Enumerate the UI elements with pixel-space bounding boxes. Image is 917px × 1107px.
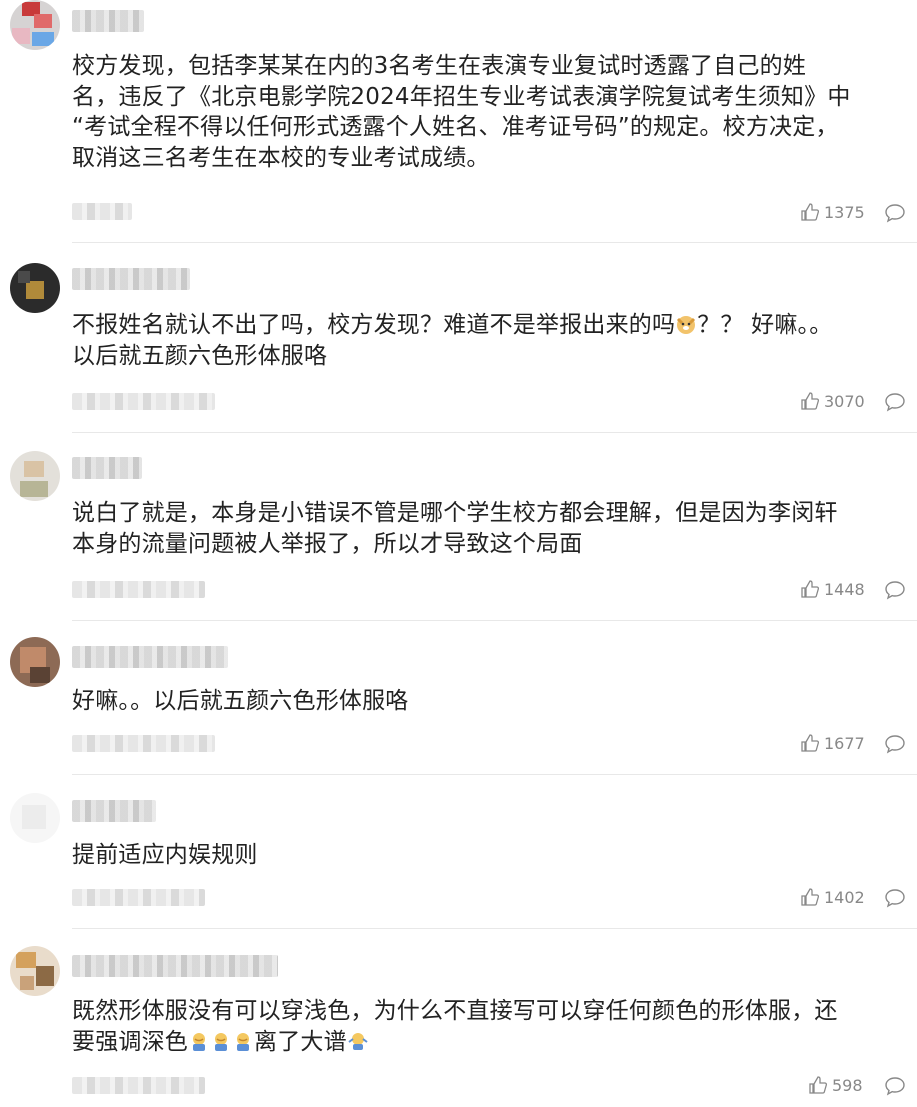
comment-text: 校方发现，包括李某某在内的3名考生在表演专业复试时透露了自己的姓 名，违反了《北… <box>72 53 851 171</box>
reply-icon[interactable] <box>884 1076 906 1096</box>
facepalm-emoji-icon <box>232 1030 254 1052</box>
like-count: 1677 <box>824 733 865 753</box>
avatar[interactable] <box>10 946 60 996</box>
like-count: 1448 <box>824 579 865 599</box>
username[interactable] <box>72 800 156 822</box>
like-button[interactable]: 3070 <box>800 391 865 411</box>
thumbs-up-icon <box>801 392 820 410</box>
reply-icon[interactable] <box>884 203 906 223</box>
comment-meta <box>72 581 205 598</box>
divider <box>72 242 917 243</box>
thumbs-up-icon <box>809 1076 828 1094</box>
thumbs-up-icon <box>801 580 820 598</box>
reply-icon[interactable] <box>884 580 906 600</box>
comment-text: 既然形体服没有可以穿浅色，为什么不直接写可以穿任何颜色的形体服，还 要强调深色离… <box>72 998 838 1055</box>
divider <box>72 432 917 433</box>
reply-icon[interactable] <box>884 888 906 908</box>
comment-text: 不报姓名就认不出了吗，校方发现？难道不是举报出来的吗？？ 好嘛。。 以后就五颜六… <box>72 312 833 369</box>
like-button[interactable]: 1448 <box>800 579 865 599</box>
comment-meta <box>72 393 215 410</box>
divider <box>72 928 917 929</box>
like-count: 1402 <box>824 887 865 907</box>
comment-meta <box>72 203 132 220</box>
like-button[interactable]: 1677 <box>800 733 865 753</box>
reply-icon[interactable] <box>884 392 906 412</box>
like-count: 598 <box>832 1075 863 1095</box>
comment-meta <box>72 889 205 906</box>
shrug-emoji-icon <box>347 1030 369 1052</box>
like-count: 1375 <box>824 202 865 222</box>
username[interactable] <box>72 457 142 479</box>
avatar[interactable] <box>10 637 60 687</box>
username[interactable] <box>72 268 190 290</box>
avatar[interactable] <box>10 451 60 501</box>
avatar[interactable] <box>10 263 60 313</box>
facepalm-emoji-icon <box>210 1030 232 1052</box>
facepalm-emoji-icon <box>188 1030 210 1052</box>
username[interactable] <box>72 646 228 668</box>
divider <box>72 774 917 775</box>
reply-icon[interactable] <box>884 734 906 754</box>
avatar[interactable] <box>10 793 60 843</box>
divider <box>72 620 917 621</box>
thumbs-up-icon <box>801 734 820 752</box>
comment-text: 好嘛。。以后就五颜六色形体服咯 <box>72 688 409 714</box>
thumbs-up-icon <box>801 888 820 906</box>
username[interactable] <box>72 955 278 977</box>
like-button[interactable]: 598 <box>808 1075 863 1095</box>
avatar[interactable] <box>10 0 60 50</box>
comment-text: 提前适应内娱规则 <box>72 842 258 868</box>
like-count: 3070 <box>824 391 865 411</box>
comment-meta <box>72 1077 205 1094</box>
comment-text: 说白了就是，本身是小错误不管是哪个学生校方都会理解，但是因为李闵轩 本身的流量问… <box>72 500 838 557</box>
like-button[interactable]: 1402 <box>800 887 865 907</box>
thumbs-up-icon <box>801 203 820 221</box>
doge-emoji-icon <box>675 313 697 335</box>
like-button[interactable]: 1375 <box>800 202 865 222</box>
comment-meta <box>72 735 215 752</box>
username[interactable] <box>72 10 144 32</box>
